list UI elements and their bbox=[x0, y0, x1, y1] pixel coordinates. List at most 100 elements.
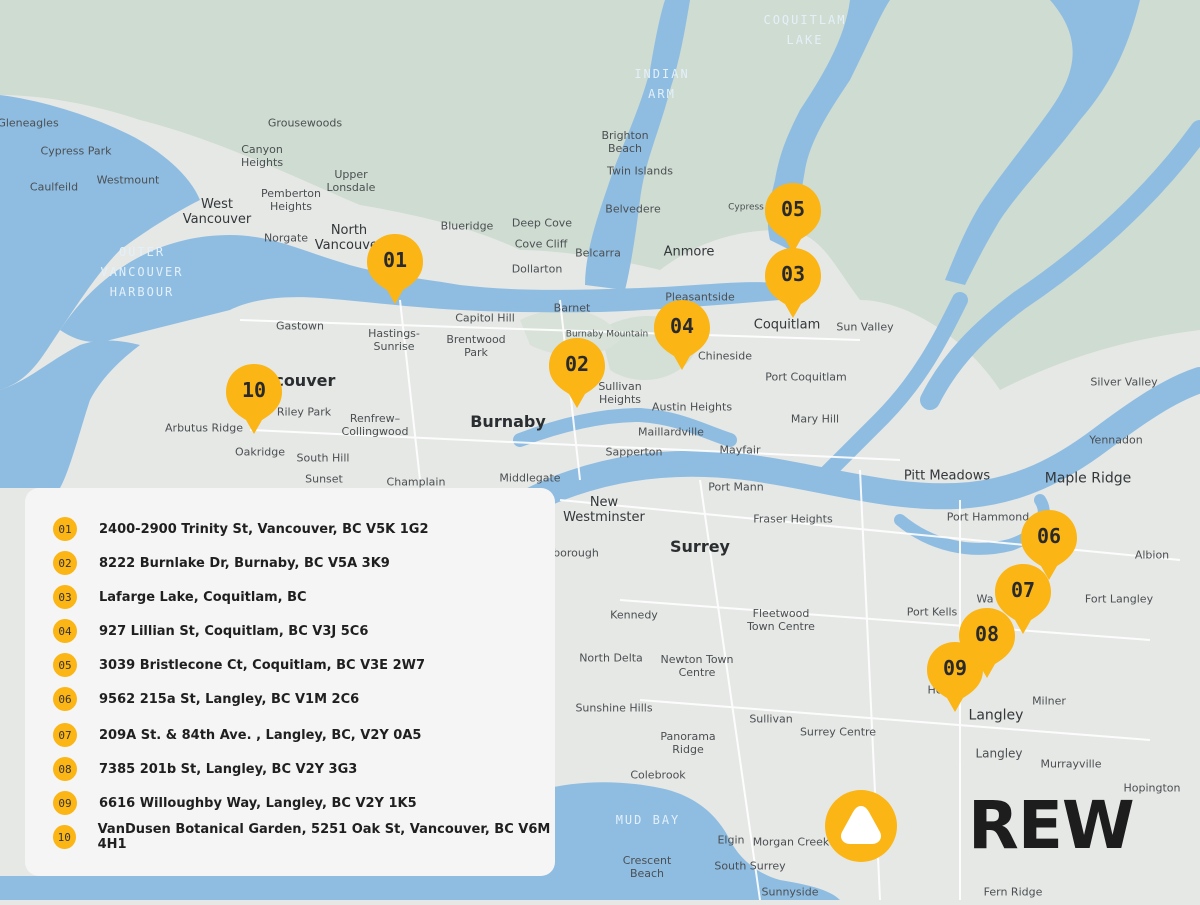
place-label: South Surrey bbox=[714, 859, 786, 873]
legend-address: 3039 Bristlecone Ct, Coquitlam, BC V3E 2… bbox=[99, 657, 426, 673]
legend-address: Lafarge Lake, Coquitlam, BC bbox=[99, 589, 307, 605]
place-label: Deep Cove bbox=[511, 216, 573, 230]
legend-address: 8222 Burnlake Dr, Burnaby, BC V5A 3K9 bbox=[99, 555, 390, 571]
legend-item-10[interactable]: 10 VanDusen Botanical Garden, 5251 Oak S… bbox=[53, 822, 555, 852]
pin-number: 07 bbox=[1010, 578, 1036, 602]
place-label: Cypress bbox=[728, 202, 764, 213]
place-label: Newton Town Centre bbox=[660, 653, 734, 679]
map-pin-02[interactable]: 02 bbox=[547, 336, 607, 410]
place-label: Mary Hill bbox=[790, 412, 840, 426]
legend-item-08[interactable]: 08 7385 201b St, Langley, BC V2Y 3G3 bbox=[53, 757, 357, 781]
place-label: Barnet bbox=[553, 301, 591, 315]
map-pin-03[interactable]: 03 bbox=[763, 246, 823, 320]
rounded-triangle-icon bbox=[840, 806, 882, 844]
legend-address: 6616 Willoughby Way, Langley, BC V2Y 1K5 bbox=[99, 795, 417, 811]
map-pin-09[interactable]: 09 bbox=[925, 640, 985, 714]
legend-item-09[interactable]: 09 6616 Willoughby Way, Langley, BC V2Y … bbox=[53, 791, 417, 815]
place-label: Elgin bbox=[717, 833, 745, 847]
place-label: Caulfeild bbox=[29, 180, 79, 194]
place-label: Gastown bbox=[275, 319, 325, 333]
place-label: Sunnyside bbox=[761, 885, 819, 899]
legend-panel: 01 2400-2900 Trinity St, Vancouver, BC V… bbox=[25, 488, 555, 876]
place-label: Colebrook bbox=[630, 768, 686, 782]
place-label: Milner bbox=[1032, 694, 1066, 708]
legend-item-07[interactable]: 07 209A St. & 84th Ave. , Langley, BC, V… bbox=[53, 723, 421, 747]
legend-item-04[interactable]: 04 927 Lillian St, Coquitlam, BC V3J 5C6 bbox=[53, 619, 368, 643]
legend-number-badge: 04 bbox=[53, 619, 77, 643]
pin-number: 01 bbox=[382, 248, 408, 272]
legend-number-badge: 05 bbox=[53, 653, 77, 677]
place-label: Sun Valley bbox=[836, 320, 894, 334]
pin-number: 09 bbox=[942, 656, 968, 680]
place-label: Brentwood Park bbox=[446, 333, 506, 359]
place-label: Burnaby bbox=[470, 412, 546, 431]
legend-number-badge: 07 bbox=[53, 723, 77, 747]
place-label: Upper Lonsdale bbox=[326, 168, 376, 194]
place-label: Brighton Beach bbox=[601, 129, 649, 155]
legend-number-badge: 09 bbox=[53, 791, 77, 815]
place-label: Langley bbox=[975, 746, 1023, 761]
place-label: Albion bbox=[1134, 548, 1170, 562]
place-label: West Vancouver bbox=[182, 197, 252, 227]
legend-address: 927 Lillian St, Coquitlam, BC V3J 5C6 bbox=[99, 623, 369, 639]
place-label: Oakridge bbox=[234, 445, 286, 459]
pin-number: 02 bbox=[564, 352, 590, 376]
place-label: Westmount bbox=[96, 173, 160, 187]
place-label: Fern Ridge bbox=[983, 885, 1043, 899]
legend-address: VanDusen Botanical Garden, 5251 Oak St, … bbox=[97, 822, 551, 852]
place-label: Belvedere bbox=[605, 202, 661, 216]
place-label: Kennedy bbox=[610, 608, 658, 622]
legend-item-03[interactable]: 03 Lafarge Lake, Coquitlam, BC bbox=[53, 585, 307, 609]
map-pin-05[interactable]: 05 bbox=[763, 181, 823, 255]
water-label: OUTER VANCOUVER HARBOUR bbox=[100, 245, 184, 299]
legend-number-badge: 06 bbox=[53, 687, 77, 711]
map-pin-04[interactable]: 04 bbox=[652, 298, 712, 372]
legend-item-06[interactable]: 06 9562 215a St, Langley, BC V1M 2C6 bbox=[53, 687, 359, 711]
place-label: Sapperton bbox=[605, 445, 663, 459]
place-label: Morgan Creek bbox=[752, 835, 830, 849]
legend-number-badge: 10 bbox=[53, 825, 76, 849]
place-label: Champlain bbox=[386, 475, 446, 489]
water-label: COQUITLAM LAKE bbox=[763, 13, 847, 47]
place-label: Pemberton Heights bbox=[260, 187, 322, 213]
place-label: Renfrew– Collingwood bbox=[341, 412, 409, 438]
place-label: Twin Islands bbox=[607, 164, 673, 178]
brand-logo-mark bbox=[825, 790, 897, 862]
place-label: Gleneagles bbox=[0, 116, 59, 130]
water-label: MUD BAY bbox=[615, 813, 681, 827]
legend-address: 209A St. & 84th Ave. , Langley, BC, V2Y … bbox=[99, 727, 422, 743]
legend-address: 9562 215a St, Langley, BC V1M 2C6 bbox=[99, 691, 360, 707]
place-label: Capitol Hill bbox=[455, 311, 515, 325]
place-label: Port Hammond bbox=[946, 510, 1030, 524]
place-label: Hastings- Sunrise bbox=[368, 327, 420, 353]
place-label: Cove Cliff bbox=[514, 237, 568, 251]
pin-number: 03 bbox=[780, 262, 806, 286]
place-label: Wa bbox=[976, 592, 994, 606]
legend-item-01[interactable]: 01 2400-2900 Trinity St, Vancouver, BC V… bbox=[53, 517, 429, 541]
place-label: Port Mann bbox=[708, 480, 764, 494]
pin-number: 04 bbox=[669, 314, 695, 338]
place-label: North Delta bbox=[579, 651, 643, 665]
legend-number-badge: 02 bbox=[53, 551, 77, 575]
place-label: Middlegate bbox=[499, 471, 561, 485]
place-label: Blueridge bbox=[440, 219, 494, 233]
place-label: Yennadon bbox=[1089, 433, 1143, 447]
place-label: South Hill bbox=[296, 451, 350, 465]
map-pin-10[interactable]: 10 bbox=[224, 362, 284, 436]
place-label: Surrey bbox=[670, 537, 730, 556]
place-label: Fleetwood Town Centre bbox=[747, 607, 815, 633]
legend-item-02[interactable]: 02 8222 Burnlake Dr, Burnaby, BC V5A 3K9 bbox=[53, 551, 390, 575]
legend-item-05[interactable]: 05 3039 Bristlecone Ct, Coquitlam, BC V3… bbox=[53, 653, 425, 677]
place-label: Anmore bbox=[663, 244, 715, 260]
legend-number-badge: 01 bbox=[53, 517, 77, 541]
place-label: Maillardville bbox=[638, 425, 704, 439]
place-label: Sunshine Hills bbox=[575, 701, 653, 715]
legend-address: 2400-2900 Trinity St, Vancouver, BC V5K … bbox=[99, 521, 429, 537]
legend-number-badge: 03 bbox=[53, 585, 77, 609]
place-label: New Westminster bbox=[563, 495, 645, 525]
place-label: Riley Park bbox=[276, 405, 332, 419]
legend-address: 7385 201b St, Langley, BC V2Y 3G3 bbox=[99, 761, 358, 777]
map-pin-01[interactable]: 01 bbox=[365, 232, 425, 306]
legend-number-badge: 08 bbox=[53, 757, 77, 781]
place-label: Dollarton bbox=[511, 262, 563, 276]
